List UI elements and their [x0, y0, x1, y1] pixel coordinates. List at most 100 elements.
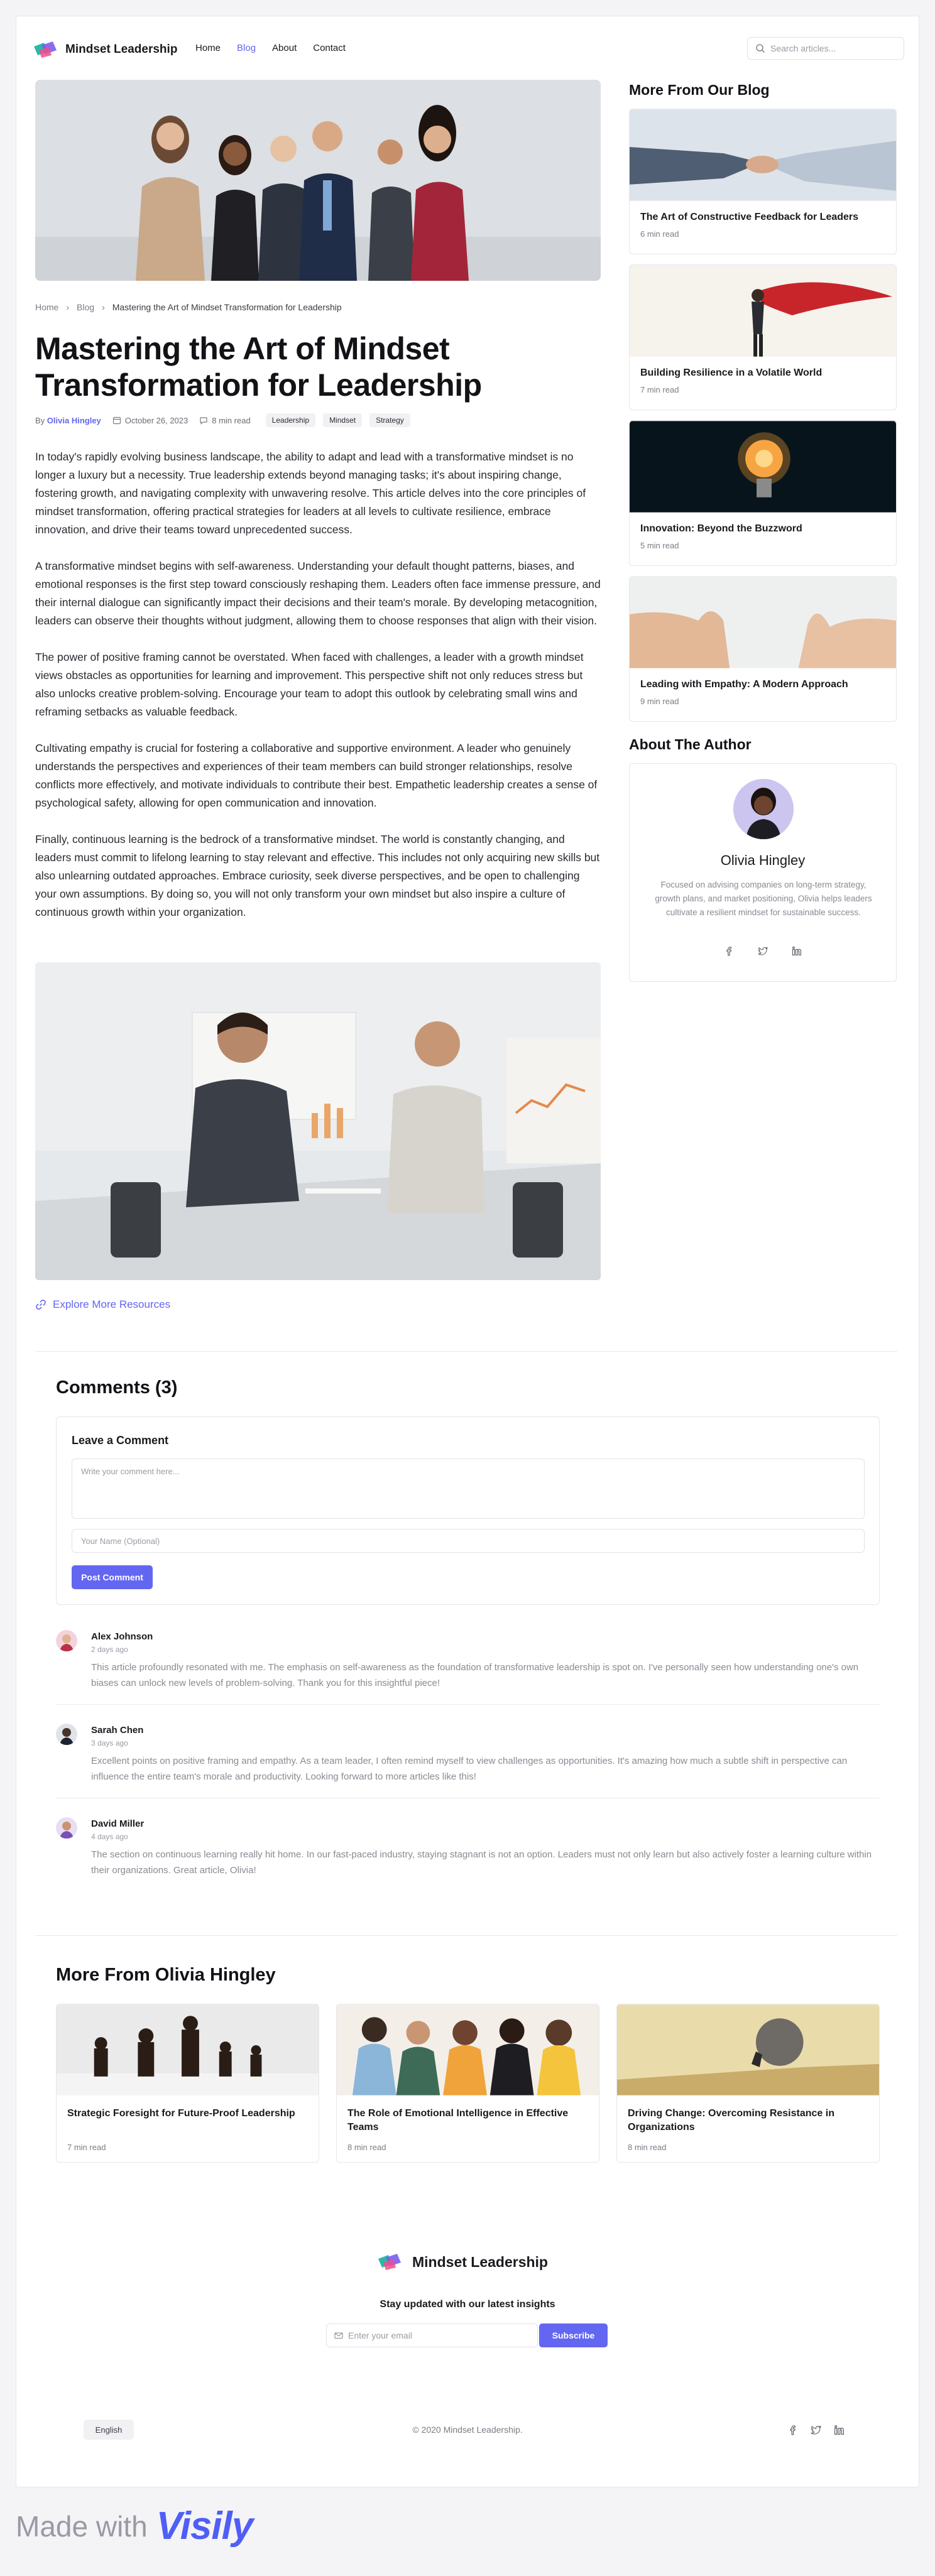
avatar [56, 1630, 77, 1651]
article-title: Mastering the Art of Mindset Transformat… [35, 331, 482, 403]
made-with-watermark: Made with Visily [16, 2504, 253, 2548]
post-title: The Art of Constructive Feedback for Lea… [640, 212, 859, 222]
breadcrumb-home[interactable]: Home [35, 302, 58, 312]
logo-mark-icon [378, 2254, 401, 2270]
subscribe-heading: Stay updated with our latest insights [380, 2299, 555, 2310]
copyright: © 2020 Mindset Leadership. [412, 2425, 523, 2435]
author-post-card[interactable]: Strategic Foresight for Future-Proof Lea… [56, 2004, 319, 2163]
calendar-icon [112, 416, 121, 425]
more-from-author-heading: More From Olivia Hingley [56, 1965, 276, 1985]
linkedin-icon[interactable] [792, 946, 802, 956]
footer-brand-name: Mindset Leadership [412, 2253, 548, 2270]
subscribe-button[interactable]: Subscribe [539, 2323, 608, 2347]
author-post-card[interactable]: Driving Change: Overcoming Resistance in… [616, 2004, 880, 2163]
breadcrumb-current: Mastering the Art of Mindset Transformat… [112, 302, 342, 312]
author-post-card[interactable]: The Role of Emotional Intelligence in Ef… [336, 2004, 599, 2163]
post-title: The Role of Emotional Intelligence in Ef… [347, 2108, 569, 2133]
name-input[interactable] [72, 1529, 865, 1553]
post-image [630, 421, 896, 513]
post-read-time: 6 min read [640, 229, 679, 239]
twitter-icon[interactable] [758, 946, 768, 956]
date: October 26, 2023 [112, 416, 188, 425]
nav-blog[interactable]: Blog [237, 43, 256, 53]
explore-resources-link[interactable]: Explore More Resources [35, 1298, 170, 1311]
article-body: In today's rapidly evolving business lan… [35, 448, 601, 940]
comment-author: David Miller [91, 1818, 145, 1829]
section-divider [35, 1935, 897, 1936]
brand-logo[interactable]: Mindset Leadership [33, 40, 177, 59]
sidebar-post-card[interactable]: Building Resilience in a Volatile World … [629, 264, 897, 410]
brand-name: Mindset Leadership [65, 43, 178, 56]
section-divider [35, 1351, 897, 1352]
post-title: Building Resilience in a Volatile World [640, 367, 823, 378]
nav-home[interactable]: Home [195, 43, 221, 53]
visily-logo: Visily [156, 2504, 254, 2548]
linkedin-icon[interactable] [834, 2425, 845, 2435]
email-field[interactable] [326, 2323, 538, 2347]
post-image [630, 265, 896, 357]
explore-label: Explore More Resources [53, 1298, 171, 1310]
sidebar-post-card[interactable]: Leading with Empathy: A Modern Approach … [629, 576, 897, 722]
paragraph: A transformative mindset begins with sel… [35, 560, 601, 627]
comment-date: 2 days ago [91, 1645, 128, 1654]
comment-text: This article profoundly resonated with m… [91, 1662, 859, 1688]
made-with-text: Made with [16, 2509, 148, 2543]
sidebar-post-card[interactable]: The Art of Constructive Feedback for Lea… [629, 109, 897, 254]
post-image [337, 2004, 599, 2095]
breadcrumb-blog[interactable]: Blog [77, 302, 94, 312]
nav-contact[interactable]: Contact [313, 43, 346, 53]
post-read-time: 5 min read [640, 541, 679, 550]
post-image [617, 2004, 879, 2095]
avatar [56, 1817, 77, 1839]
post-image [630, 577, 896, 668]
search-icon [756, 44, 765, 53]
footer-logo[interactable]: Mindset Leadership [377, 2253, 548, 2271]
comment-bubble-icon [200, 417, 207, 425]
post-title: Driving Change: Overcoming Resistance in… [628, 2108, 834, 2133]
about-author-heading: About The Author [629, 736, 752, 753]
tag-leadership[interactable]: Leadership [265, 413, 316, 427]
paragraph: Cultivating empathy is crucial for foste… [35, 742, 598, 809]
breadcrumb: Home › Blog › Mastering the Art of Minds… [35, 302, 342, 312]
breadcrumb-separator: › [66, 302, 70, 312]
post-image [630, 109, 896, 201]
read-time: 8 min read [199, 416, 251, 425]
hero-image [35, 80, 601, 281]
byline: By Olivia Hingley [35, 416, 101, 425]
email-input[interactable] [348, 2330, 524, 2340]
author-name: Olivia Hingley [720, 852, 806, 868]
tag-mindset[interactable]: Mindset [323, 413, 363, 427]
tag-strategy[interactable]: Strategy [369, 413, 410, 427]
post-image [57, 2004, 319, 2095]
facebook-icon[interactable] [787, 2425, 798, 2435]
comment-form-label: Leave a Comment [72, 1434, 169, 1447]
paragraph: Finally, continuous learning is the bedr… [35, 833, 600, 918]
author-link[interactable]: Olivia Hingley [47, 416, 101, 425]
comment-textarea[interactable] [72, 1459, 865, 1519]
site-header: Mindset Leadership Home Blog About Conta… [16, 16, 919, 79]
comment-author: Sarah Chen [91, 1725, 144, 1736]
date-text: October 26, 2023 [124, 415, 189, 425]
post-title: Innovation: Beyond the Buzzword [640, 523, 802, 534]
comment-divider [56, 1704, 880, 1705]
nav-about[interactable]: About [272, 43, 297, 53]
author-social-links [630, 946, 896, 956]
logo-mark-icon [34, 41, 57, 58]
comment-date: 3 days ago [91, 1739, 128, 1747]
post-read-time: 7 min read [67, 2143, 106, 2152]
author-card: Olivia Hingley Focused on advising compa… [629, 763, 897, 982]
comment-form: Leave a Comment Post Comment [56, 1416, 880, 1605]
facebook-icon[interactable] [724, 946, 734, 956]
article-meta: By Olivia Hingley October 26, 2023 8 min… [35, 413, 410, 427]
search-box[interactable] [747, 37, 904, 60]
twitter-icon[interactable] [811, 2425, 821, 2435]
post-comment-button[interactable]: Post Comment [72, 1565, 153, 1589]
comment-date: 4 days ago [91, 1832, 128, 1841]
search-input[interactable] [770, 43, 896, 53]
avatar [56, 1724, 77, 1745]
more-from-blog-heading: More From Our Blog [629, 82, 770, 98]
sidebar-post-card[interactable]: Innovation: Beyond the Buzzword 5 min re… [629, 420, 897, 566]
post-read-time: 8 min read [628, 2143, 667, 2152]
main-nav: Home Blog About Contact [195, 43, 346, 53]
byline-prefix: By [35, 415, 45, 425]
